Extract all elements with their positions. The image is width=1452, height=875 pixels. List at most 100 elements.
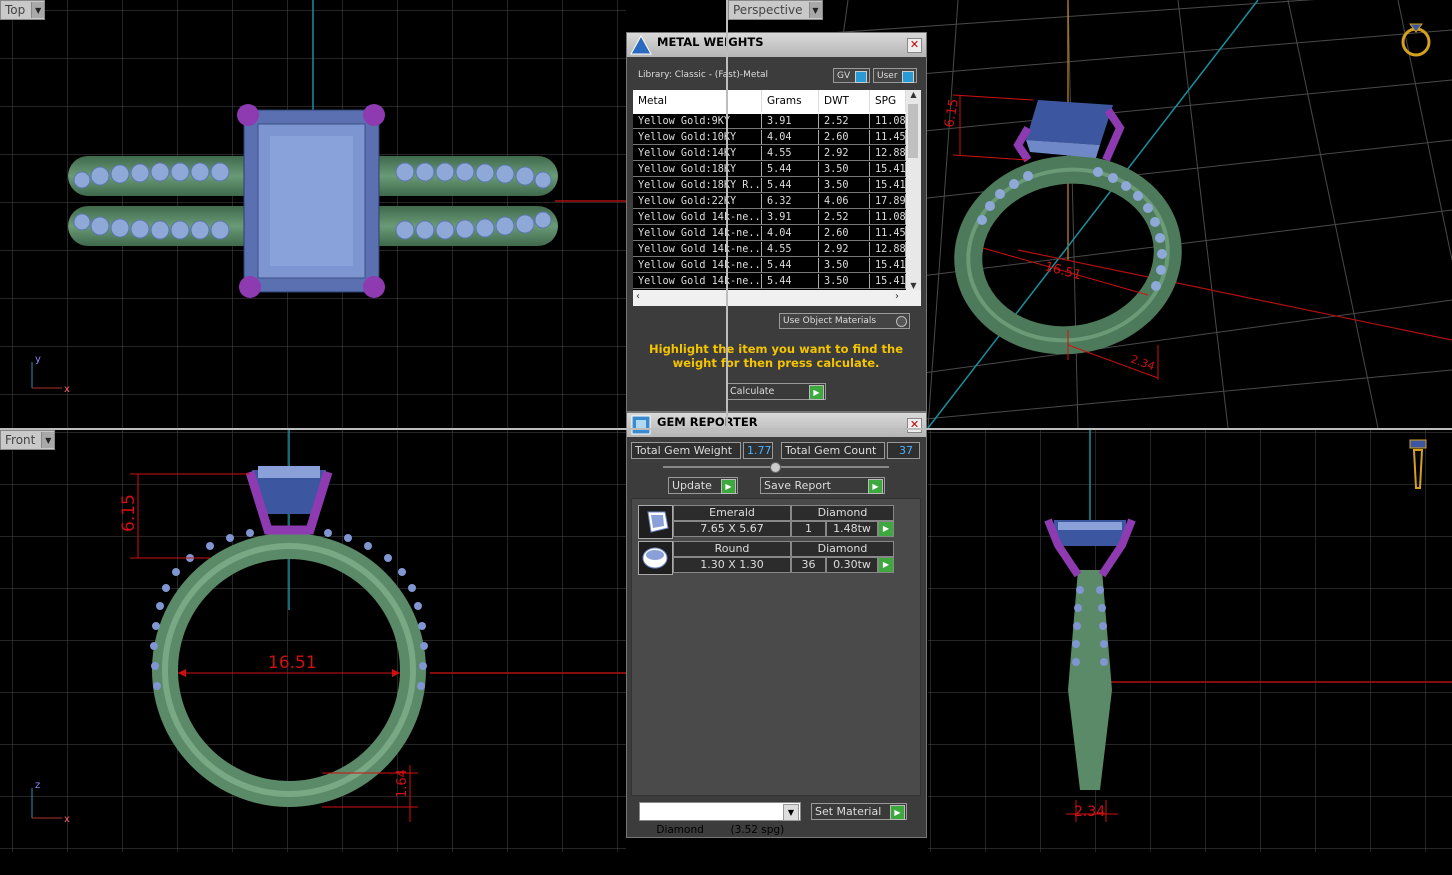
cell-spg: 15.41 [870,258,906,273]
cell-dwt: 2.52 [819,210,870,225]
cell-metal: Yellow Gold 14k-ne... [633,226,762,241]
metal-weights-message: Highlight the item you want to find the … [649,342,903,370]
update-label: Update [672,479,712,492]
cell-metal: Yellow Gold:18KY [633,162,762,177]
table-row[interactable]: Yellow Gold 14k-ne... 5.44 3.50 15.41 [633,274,906,290]
front-dim-shank: 1.64 [395,769,410,798]
cell-spg: 12.88 [870,242,906,257]
calculate-button[interactable]: Calculate ▶ [726,383,826,400]
metal-weights-titlebar[interactable]: METAL WEIGHTS ✕ [627,33,926,57]
cell-grams: 6.32 [762,194,819,209]
horizontal-scrollbar[interactable]: ‹ › [633,290,921,306]
cell-grams: 5.44 [762,178,819,193]
table-row[interactable]: Yellow Gold 14k-ne... 5.44 3.50 15.41 [633,258,906,274]
viewport-perspective-label[interactable]: Perspective ▼ [728,0,823,20]
gem-count: 1 [791,521,826,537]
col-dwt[interactable]: DWT [819,90,870,112]
cell-metal: Yellow Gold:22KY [633,194,762,209]
cell-dwt: 3.50 [819,178,870,193]
scroll-thumb[interactable] [908,104,918,158]
gem-size: 7.65 X 5.67 [673,521,791,537]
table-row[interactable]: Yellow Gold:18KY R... 5.44 3.50 15.41 [633,178,906,194]
chevron-down-icon[interactable]: ▼ [41,432,55,448]
chevron-down-icon[interactable]: ▼ [783,804,799,821]
cell-grams: 3.91 [762,210,819,225]
viewport-front[interactable]: 6.15 16.51 1.64 z x Front ▼ [0,430,626,852]
gem-material: Diamond [791,541,894,557]
scroll-down-icon[interactable]: ▼ [906,281,921,290]
gem-shape: Round [673,541,791,557]
cell-dwt: 4.06 [819,194,870,209]
update-button[interactable]: Update ▶ [668,477,738,494]
gem-shape: Emerald [673,505,791,521]
scroll-right-icon[interactable]: › [895,291,899,302]
cell-dwt: 2.52 [819,114,870,129]
user-toggle[interactable]: User [873,68,917,83]
user-toggle-label: User [877,70,898,81]
cell-dwt: 3.50 [819,274,870,289]
set-material-button[interactable]: Set Material ▶ [811,803,907,820]
table-row[interactable]: Yellow Gold:10KY 4.04 2.60 11.45 [633,130,906,146]
table-row[interactable]: Yellow Gold:14KY 4.55 2.92 12.88 [633,146,906,162]
play-icon: ▶ [890,805,905,820]
metal-table-header: Metal Grams DWT SPG [633,90,906,112]
vertical-scrollbar[interactable]: ▲ ▼ [906,90,921,290]
cell-grams: 4.55 [762,242,819,257]
gem-row-round[interactable]: Round Diamond 1.30 X 1.30 36 0.30tw ▶ [638,541,898,575]
cell-dwt: 3.50 [819,162,870,177]
perspective-dim-height: 6.15 [942,98,962,129]
gv-toggle-label: GV [837,70,851,81]
play-icon: ▶ [809,385,824,400]
play-icon[interactable]: ▶ [878,557,894,573]
play-icon[interactable]: ▶ [878,521,894,537]
col-spg[interactable]: SPG [870,90,906,112]
table-row[interactable]: Yellow Gold:22KY 6.32 4.06 17.89 [633,194,906,210]
gem-reporter-titlebar[interactable]: GEM REPORTER ✕ [627,413,926,437]
chevron-down-icon[interactable]: ▼ [808,2,822,18]
metal-table[interactable]: Metal Grams DWT SPG Yellow Gold:9KY 3.91 2… [633,90,921,306]
cell-spg: 11.08 [870,210,906,225]
material-select-value: Diamond (3.52 spg) [656,824,785,836]
chevron-down-icon[interactable]: ▼ [31,2,45,18]
cell-grams: 5.44 [762,258,819,273]
scroll-left-icon[interactable]: ‹ [636,291,640,302]
cell-grams: 5.44 [762,162,819,177]
splitter-knob-icon[interactable] [770,462,781,473]
viewport-front-label[interactable]: Front ▼ [0,430,56,450]
toggle-switch-icon [855,71,867,83]
close-icon[interactable]: ✕ [907,418,922,433]
perspective-dim-width: 2.34 [1129,353,1156,374]
table-row[interactable]: Yellow Gold 14k-ne... 4.04 2.60 11.45 [633,226,906,242]
scroll-up-icon[interactable]: ▲ [906,90,921,99]
save-report-button[interactable]: Save Report ▶ [760,477,885,494]
viewport-right[interactable]: 2.34 [928,430,1452,852]
col-grams[interactable]: Grams [762,90,819,112]
gem-reporter-icon [631,415,651,435]
cell-metal: Yellow Gold:18KY R... [633,178,762,193]
gem-reporter-panel: GEM REPORTER ✕ Total Gem Weight 1.77 Tot… [626,412,927,838]
axis-y-label: y [35,354,41,365]
emerald-cut-icon [638,505,673,539]
gem-row-emerald[interactable]: Emerald Diamond 7.65 X 5.67 1 1.48tw ▶ [638,505,898,539]
table-row[interactable]: Yellow Gold:18KY 5.44 3.50 15.41 [633,162,906,178]
viewport-divider[interactable] [726,0,728,428]
col-metal[interactable]: Metal [633,90,762,112]
gem-count: 36 [791,557,826,573]
viewport-top[interactable]: y x Top ▼ [0,0,626,428]
cell-spg: 15.41 [870,162,906,177]
viewport-divider[interactable] [0,428,1452,430]
close-icon[interactable]: ✕ [907,38,922,53]
total-gem-count-value: 37 [887,442,920,459]
total-gem-count-label: Total Gem Count [781,442,885,459]
use-object-materials-toggle[interactable]: Use Object Materials [779,313,910,329]
table-row[interactable]: Yellow Gold:9KY 3.91 2.52 11.08 [633,114,906,130]
material-select[interactable]: Diamond (3.52 spg) ▼ [639,802,801,836]
table-row[interactable]: Yellow Gold 14k-ne... 3.91 2.52 11.08 [633,210,906,226]
gv-toggle[interactable]: GV [833,68,870,83]
cell-spg: 15.41 [870,274,906,289]
total-gem-weight-label: Total Gem Weight [631,442,741,459]
table-row[interactable]: Yellow Gold 14k-ne... 4.55 2.92 12.88 [633,242,906,258]
cell-metal: Yellow Gold 14k-ne... [633,258,762,273]
viewport-top-label[interactable]: Top ▼ [0,0,46,20]
play-icon: ▶ [721,479,736,494]
